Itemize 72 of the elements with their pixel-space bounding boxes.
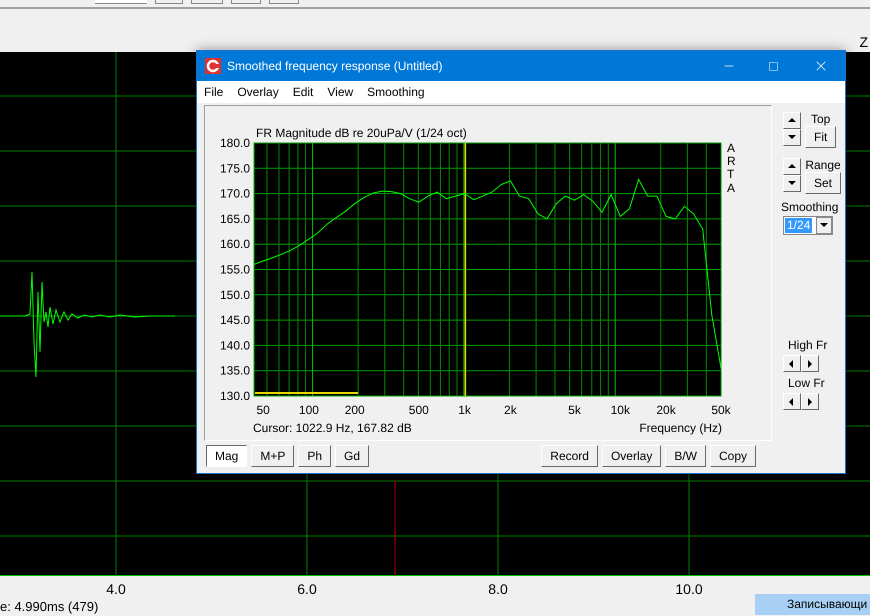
y-tick-label: 165.0 <box>220 212 250 226</box>
notification-tab[interactable]: Записывающи <box>755 594 870 615</box>
x-axis-label: 6.0 <box>297 581 317 597</box>
x-axis-label: 8.0 <box>488 581 508 597</box>
button[interactable]: Set <box>805 172 842 194</box>
toolbar-button[interactable] <box>155 0 183 4</box>
x-tick-label: 5k <box>568 403 581 417</box>
maximize-icon[interactable] <box>768 60 779 72</box>
spin-down-button[interactable] <box>783 129 801 146</box>
window-title: Smoothed frequency response (Untitled) <box>227 58 444 75</box>
toolbar-button[interactable] <box>231 0 261 4</box>
toolbar-button[interactable] <box>269 0 299 4</box>
y-tick-label: 150.0 <box>220 288 250 302</box>
cursor-readout: Cursor: 1022.9 Hz, 167.82 dB <box>253 421 412 435</box>
step-left-button[interactable] <box>783 355 801 372</box>
zoom-label: Z <box>859 34 868 50</box>
button[interactable]: M+P <box>251 445 294 467</box>
spin-up-button[interactable] <box>783 158 801 175</box>
y-tick-label: 160.0 <box>220 237 250 252</box>
x-tick-label: 20k <box>656 403 676 417</box>
smoothing-value: 1/24 <box>785 218 812 233</box>
toolbar-field[interactable] <box>95 0 147 4</box>
step-left-button[interactable] <box>783 393 801 410</box>
menu-item[interactable]: View <box>327 83 354 101</box>
x-axis-label: 10.0 <box>675 581 703 597</box>
menu-item[interactable]: Smoothing <box>367 83 425 101</box>
menu-item[interactable]: Edit <box>292 83 314 101</box>
status-text: e: 4.990ms (479) <box>0 599 98 614</box>
spin-up-button[interactable] <box>783 112 801 129</box>
y-tick-label: 170.0 <box>220 186 250 201</box>
step-right-button[interactable] <box>801 355 819 372</box>
y-tick-label: 180.0 <box>220 136 250 150</box>
spin-down-button[interactable] <box>783 175 801 192</box>
x-tick-label: 50k <box>711 403 731 417</box>
button[interactable]: Overlay <box>602 445 662 467</box>
app-logo-icon <box>205 58 221 74</box>
menu-item[interactable]: Overlay <box>237 83 279 101</box>
button[interactable]: B/W <box>665 445 706 467</box>
dropdown-button[interactable] <box>816 217 832 234</box>
x-tick-label: 200 <box>344 403 365 417</box>
high-freq-label: High Fr <box>788 338 828 352</box>
button[interactable]: Copy <box>710 445 756 467</box>
x-tick-label: 10k <box>610 403 630 417</box>
button[interactable]: Fit <box>805 126 836 148</box>
y-tick-label: 155.0 <box>220 262 250 276</box>
button[interactable]: Mag <box>206 445 248 467</box>
x-tick-label: 50 <box>256 403 270 417</box>
step-right-button[interactable] <box>801 393 819 410</box>
y-tick-label: 130.0 <box>220 389 250 403</box>
y-tick-label: 135.0 <box>220 364 250 378</box>
button[interactable]: Gd <box>335 445 370 467</box>
menu-item[interactable]: File <box>204 83 224 101</box>
x-tick-label: 500 <box>408 403 429 417</box>
y-tick-label: 175.0 <box>220 161 250 176</box>
top-label: Top <box>810 112 830 126</box>
logo-text: ARTA <box>727 142 737 195</box>
triangle-right-icon <box>805 396 815 406</box>
button[interactable]: Record <box>541 445 598 467</box>
smoothing-label: Smoothing <box>781 200 840 214</box>
low-freq-label: Low Fr <box>788 376 826 390</box>
x-axis-label: 4.0 <box>106 581 126 597</box>
x-tick-label: 2k <box>504 403 517 417</box>
y-tick-label: 145.0 <box>220 313 250 328</box>
range-label: Range <box>805 158 841 172</box>
triangle-right-icon <box>805 358 815 368</box>
x-axis-label: Frequency (Hz) <box>639 421 722 435</box>
toolbar-button[interactable] <box>191 0 223 4</box>
y-tick-label: 140.0 <box>220 338 250 352</box>
x-tick-label: 100 <box>298 403 319 417</box>
chart-title: FR Magnitude dB re 20uPa/V (1/24 oct) <box>256 126 467 140</box>
x-tick-label: 1k <box>458 403 471 417</box>
button[interactable]: Ph <box>298 445 332 467</box>
